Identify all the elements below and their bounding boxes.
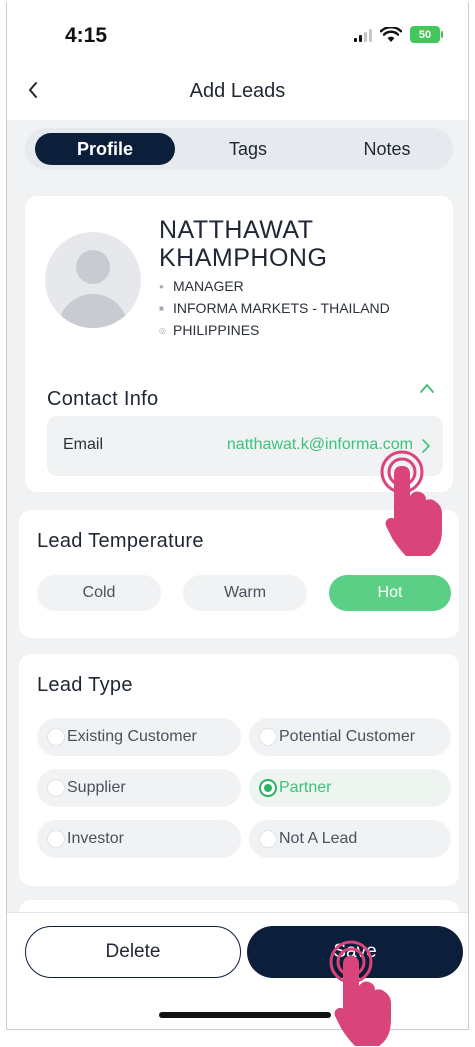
- tap-gesture-icon: [380, 450, 442, 556]
- building-icon: ■: [159, 303, 164, 313]
- option-label: Investor: [67, 830, 124, 847]
- chevron-up-icon[interactable]: [419, 382, 435, 394]
- option-label: Not A Lead: [279, 830, 358, 847]
- radio-icon: [47, 830, 65, 848]
- lead-type-card: Lead Type Existing Customer Potential Cu…: [19, 654, 459, 886]
- option-label: Partner: [279, 779, 332, 796]
- company-text: INFORMA MARKETS - THAILAND: [173, 300, 390, 316]
- contact-name-first: NATTHAWAT: [159, 216, 314, 244]
- temperature-hot[interactable]: Hot: [329, 575, 451, 611]
- radio-icon: [259, 830, 277, 848]
- battery-icon: 50: [410, 26, 443, 43]
- contact-name-last: KHAMPHONG: [159, 244, 328, 272]
- bottom-action-bar: Delete Save: [7, 912, 468, 1029]
- contact-name: NATTHAWAT KHAMPHONG: [159, 216, 439, 272]
- tap-gesture-icon: [329, 940, 391, 1046]
- option-label: Existing Customer: [67, 728, 197, 745]
- option-label: Supplier: [67, 779, 126, 796]
- tab-profile[interactable]: Profile: [35, 133, 175, 165]
- status-icons: 50: [354, 26, 443, 43]
- signal-icon: [354, 28, 372, 42]
- nav-bar: Add Leads: [7, 64, 468, 120]
- status-bar: 4:15 50: [7, 2, 468, 64]
- lead-type-partner[interactable]: Partner: [249, 769, 451, 807]
- contact-info-title: Contact Info: [47, 388, 159, 410]
- tab-bar: Profile Tags Notes: [25, 128, 453, 170]
- lead-type-not-a-lead[interactable]: Not A Lead: [249, 820, 451, 858]
- position-row: ● MANAGER: [159, 278, 244, 294]
- option-label: Potential Customer: [279, 728, 416, 745]
- delete-button[interactable]: Delete: [25, 926, 241, 978]
- avatar: [45, 232, 141, 328]
- radio-icon: [47, 779, 65, 797]
- lead-temperature-title: Lead Temperature: [37, 530, 204, 552]
- country-row: ◎ PHILIPPINES: [159, 322, 259, 338]
- lead-type-potential-customer[interactable]: Potential Customer: [249, 718, 451, 756]
- lead-type-supplier[interactable]: Supplier: [37, 769, 241, 807]
- temperature-warm[interactable]: Warm: [183, 575, 307, 611]
- lead-type-existing-customer[interactable]: Existing Customer: [37, 718, 241, 756]
- tab-tags[interactable]: Tags: [183, 133, 313, 165]
- globe-icon: ◎: [159, 325, 166, 335]
- person-icon: ●: [159, 281, 164, 291]
- position-text: MANAGER: [173, 278, 244, 294]
- email-label: Email: [63, 436, 104, 453]
- temperature-cold[interactable]: Cold: [37, 575, 161, 611]
- home-indicator: [159, 1012, 331, 1018]
- status-time: 4:15: [65, 24, 108, 47]
- country-text: PHILIPPINES: [173, 322, 260, 338]
- lead-type-title: Lead Type: [37, 674, 133, 696]
- wifi-icon: [380, 26, 402, 42]
- radio-icon: [259, 728, 277, 746]
- lead-type-investor[interactable]: Investor: [37, 820, 241, 858]
- radio-icon: [47, 728, 65, 746]
- company-row: ■ INFORMA MARKETS - THAILAND: [159, 300, 390, 316]
- tab-notes[interactable]: Notes: [325, 133, 449, 165]
- page-title: Add Leads: [189, 80, 286, 102]
- radio-selected-icon: [259, 779, 277, 797]
